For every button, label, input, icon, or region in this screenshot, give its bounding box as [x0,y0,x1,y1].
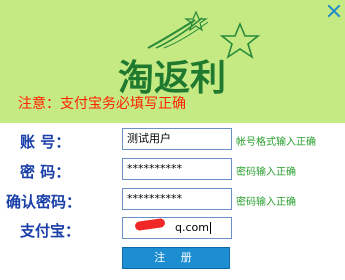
password-input[interactable]: ********** [122,158,232,180]
password-row: 密 码： ********** 密码输入正确 [0,158,345,182]
alipay-row: 支付宝： q.com [0,217,345,241]
confirm-label: 确认密码： [6,193,82,211]
account-label: 账 号： [20,133,71,151]
account-hint: 帐号格式输入正确 [236,137,316,148]
redaction-mark [134,218,166,232]
notice-text: 注意：支付宝务必填写正确 [18,96,186,112]
password-label: 密 码： [20,163,71,181]
header-banner: 淘返利 注意：支付宝务必填写正确 [0,0,345,123]
alipay-input[interactable]: q.com [122,217,232,239]
alipay-value: q.com [175,221,209,234]
password-hint: 密码输入正确 [236,167,296,178]
account-input[interactable]: 测试用户 [122,128,232,150]
account-row: 账 号： 测试用户 帐号格式输入正确 [0,128,345,152]
register-button[interactable]: 注 册 [122,247,230,269]
logo-text: 淘返利 [118,57,226,98]
logo: 淘返利 [118,10,260,98]
text-caret [209,222,211,234]
confirm-hint: 密码输入正确 [236,197,296,208]
confirm-input[interactable]: ********** [122,188,232,210]
alipay-label: 支付宝： [20,222,81,240]
confirm-row: 确认密码： ********** 密码输入正确 [0,188,345,212]
close-icon[interactable] [327,4,341,18]
